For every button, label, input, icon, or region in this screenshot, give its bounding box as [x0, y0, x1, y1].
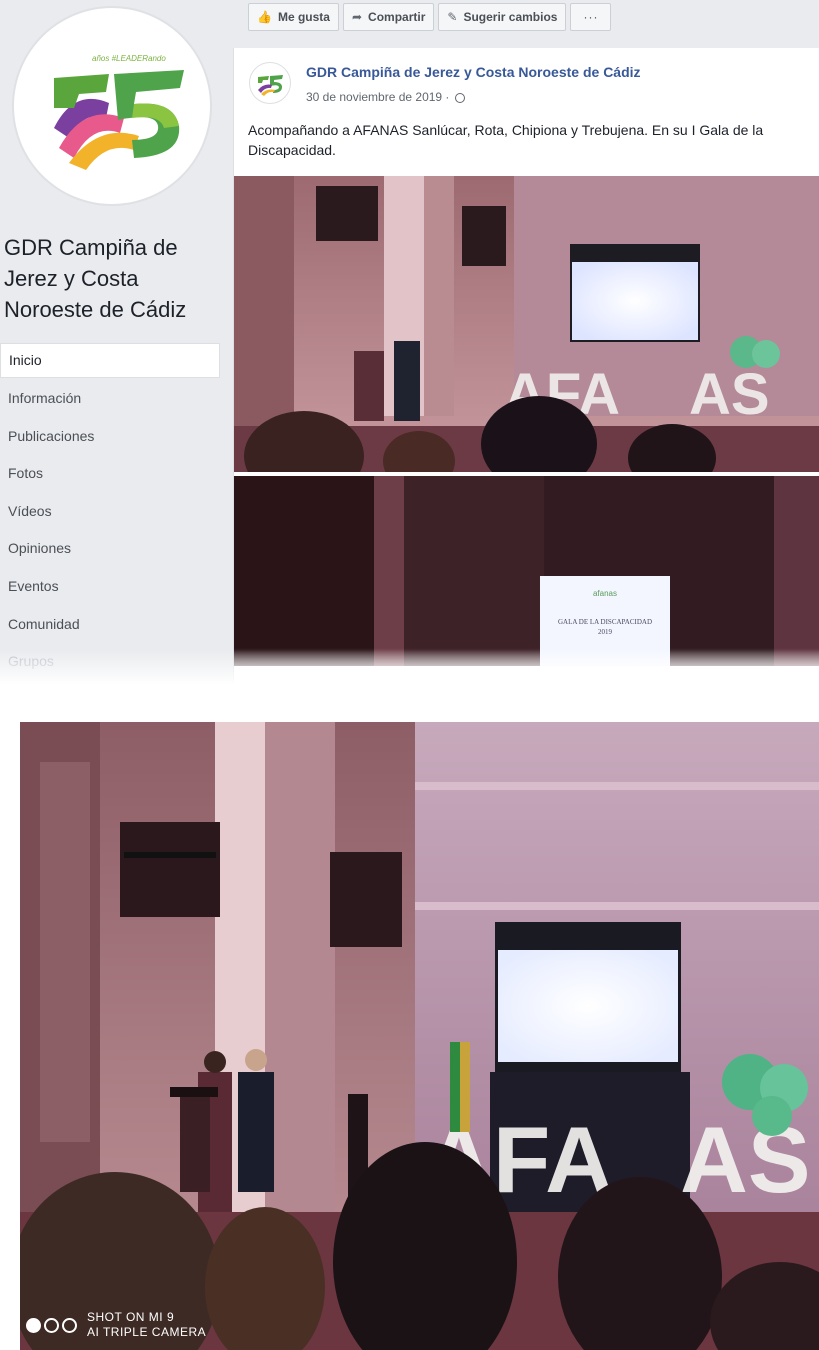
facebook-page-capture: años #LEADERando GDR Campiña de Jerez y …: [0, 0, 819, 685]
suggest-edits-button[interactable]: ✎ Sugerir cambios: [438, 3, 567, 31]
page-profile-picture[interactable]: años #LEADERando: [14, 8, 210, 204]
page-sidebar: años #LEADERando GDR Campiña de Jerez y …: [0, 0, 230, 685]
dot-filled: [26, 1317, 41, 1333]
mi-logo-dots: [26, 1317, 77, 1333]
watermark-line-2: AI TRIPLE CAMERA: [87, 1325, 207, 1339]
page-title-line: Noroeste de Cádiz: [4, 297, 187, 322]
nav-item-comunidad[interactable]: Comunidad: [0, 606, 222, 644]
page-title-line: GDR Campiña de: [4, 235, 178, 260]
nav-item-videos[interactable]: Vídeos: [0, 493, 222, 531]
post-card: GDR Campiña de Jerez y Costa Noroeste de…: [233, 48, 819, 685]
nav-item-publicaciones[interactable]: Publicaciones: [0, 418, 222, 456]
logo-25-years: [54, 70, 184, 170]
page-action-bar: 👍 Me gusta ➦ Compartir ✎ Sugerir cambios…: [248, 3, 612, 33]
post-photo-1[interactable]: AFA AS: [234, 176, 819, 472]
globe-icon: [454, 93, 465, 103]
dot-outline: [62, 1317, 77, 1333]
dot-outline: [44, 1317, 59, 1333]
event-photo-screen: afanas GALA DE LA DISCAPACIDAD 2019: [234, 476, 819, 666]
pencil-icon: ✎: [447, 10, 458, 24]
nav-item-opiniones[interactable]: Opiniones: [0, 530, 222, 568]
like-label: Me gusta: [277, 10, 330, 24]
nav-item-informacion[interactable]: Información: [0, 380, 222, 418]
suggest-label: Sugerir cambios: [463, 10, 558, 24]
watermark-text: SHOT ON MI 9 AI TRIPLE CAMERA: [87, 1310, 206, 1340]
auditorium-photo: AFA AS: [20, 722, 819, 1350]
post-timestamp[interactable]: 30 de noviembre de 2019 ·: [306, 90, 465, 104]
like-button[interactable]: 👍 Me gusta: [248, 3, 339, 31]
post-author-avatar[interactable]: [249, 62, 291, 104]
nav-item-eventos[interactable]: Eventos: [0, 568, 222, 606]
more-options-button[interactable]: ···: [570, 3, 612, 31]
nav-item-fotos[interactable]: Fotos: [0, 455, 222, 493]
screen-title: GALA DE LA DISCAPACIDAD: [558, 618, 652, 626]
page-nav: Inicio Información Publicaciones Fotos V…: [0, 343, 222, 681]
screen-year: 2019: [598, 628, 613, 636]
camera-watermark: SHOT ON MI 9 AI TRIPLE CAMERA: [26, 1310, 206, 1340]
bottom-fade-overlay: [0, 650, 819, 685]
share-button[interactable]: ➦ Compartir: [342, 3, 435, 31]
svg-text:AS: AS: [689, 362, 770, 427]
share-arrow-icon: ➦: [351, 10, 363, 24]
screen-logo: afanas: [593, 589, 617, 598]
thumbs-up-icon: 👍: [257, 10, 272, 24]
watermark-line-1: SHOT ON MI 9: [87, 1310, 175, 1324]
post-message: Acompañando a AFANAS Sanlúcar, Rota, Chi…: [248, 122, 764, 158]
post-date: 30 de noviembre de 2019 ·: [306, 90, 450, 104]
logo-tagline: años #LEADERando: [92, 54, 166, 63]
svg-text:AS: AS: [680, 1107, 811, 1212]
event-photo-large: AFA AS: [20, 722, 819, 1350]
page-title-line: Jerez y Costa: [4, 266, 139, 291]
more-label: ···: [583, 10, 599, 24]
logo-25-small: [258, 75, 283, 96]
event-photo-wide: AFA AS: [234, 176, 819, 472]
share-label: Compartir: [368, 10, 426, 24]
page-title: GDR Campiña de Jerez y Costa Noroeste de…: [4, 232, 226, 325]
post-photo-2[interactable]: afanas GALA DE LA DISCAPACIDAD 2019: [234, 476, 819, 666]
nav-item-inicio[interactable]: Inicio: [0, 343, 220, 378]
post-author-link[interactable]: GDR Campiña de Jerez y Costa Noroeste de…: [306, 64, 641, 80]
